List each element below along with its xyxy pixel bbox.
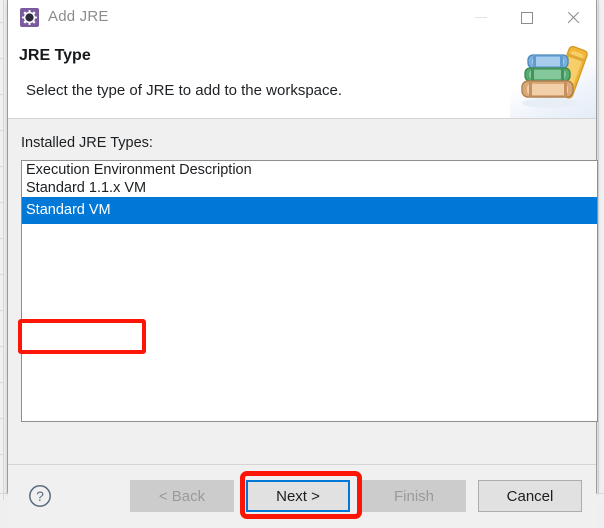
cancel-button[interactable]: Cancel <box>478 480 582 512</box>
dialog-footer: ? < Back Next > Finish Cancel <box>8 464 596 528</box>
title-bar: Add JRE <box>8 0 596 35</box>
installed-jre-types-list[interactable]: Execution Environment Description Standa… <box>21 160 598 422</box>
header-banner <box>510 35 596 118</box>
dialog-body: Installed JRE Types: Execution Environme… <box>8 119 598 464</box>
svg-text:?: ? <box>36 488 44 504</box>
minimize-button[interactable] <box>458 0 504 35</box>
stack-of-books-icon <box>521 45 588 108</box>
next-button[interactable]: Next > <box>246 480 350 512</box>
installed-jre-types-label: Installed JRE Types: <box>21 135 153 151</box>
close-button[interactable] <box>550 0 596 35</box>
back-button[interactable]: < Back <box>130 480 234 512</box>
window-title: Add JRE <box>48 8 109 25</box>
page-description: Select the type of JRE to add to the wor… <box>26 82 343 99</box>
jre-gear-icon <box>20 8 39 27</box>
button-row: < Back Next > Finish Cancel <box>118 471 582 519</box>
list-item[interactable]: Standard VM <box>22 197 597 224</box>
add-jre-dialog: Add JRE JRE Type Select the type of JRE … <box>7 0 598 528</box>
dialog-header: JRE Type Select the type of JRE to add t… <box>8 35 596 119</box>
close-icon <box>566 11 580 25</box>
next-button-wrapper: Next > <box>234 471 362 519</box>
window-controls <box>458 0 596 35</box>
list-item[interactable]: Execution Environment Description <box>22 161 597 179</box>
help-icon[interactable]: ? <box>28 484 52 508</box>
maximize-button[interactable] <box>504 0 550 35</box>
minimize-icon <box>475 17 487 18</box>
finish-button[interactable]: Finish <box>362 480 466 512</box>
page-title: JRE Type <box>19 47 91 64</box>
list-item[interactable]: Standard 1.1.x VM <box>22 179 597 197</box>
maximize-icon <box>521 11 533 24</box>
